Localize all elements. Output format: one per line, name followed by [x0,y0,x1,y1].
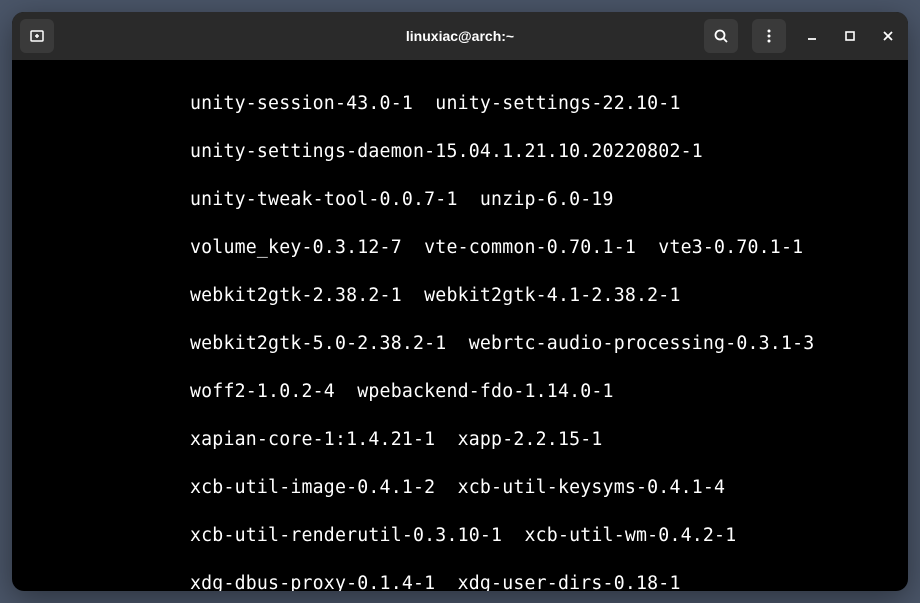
search-icon [713,28,729,44]
minimize-icon [805,29,819,43]
terminal-output[interactable]: unity-session-43.0-1 unity-settings-22.1… [12,60,908,591]
minimize-button[interactable] [800,24,824,48]
package-line: webkit2gtk-2.38.2-1 webkit2gtk-4.1-2.38.… [14,284,906,308]
maximize-button[interactable] [838,24,862,48]
window-title: linuxiac@arch:~ [406,28,514,44]
package-line: unity-tweak-tool-0.0.7-1 unzip-6.0-19 [14,188,906,212]
package-line: volume_key-0.3.12-7 vte-common-0.70.1-1 … [14,236,906,260]
package-line: webkit2gtk-5.0-2.38.2-1 webrtc-audio-pro… [14,332,906,356]
kebab-icon [761,28,777,44]
close-icon [881,29,895,43]
terminal-window: linuxiac@arch:~ unity-session-43.0-1 uni… [12,12,908,591]
package-line: unity-session-43.0-1 unity-settings-22.1… [14,92,906,116]
package-line: xcb-util-renderutil-0.3.10-1 xcb-util-wm… [14,524,906,548]
menu-button[interactable] [752,19,786,53]
package-line: xdg-dbus-proxy-0.1.4-1 xdg-user-dirs-0.1… [14,572,906,591]
package-line: unity-settings-daemon-15.04.1.21.10.2022… [14,140,906,164]
new-tab-button[interactable] [20,19,54,53]
close-button[interactable] [876,24,900,48]
search-button[interactable] [704,19,738,53]
maximize-icon [843,29,857,43]
package-line: woff2-1.0.2-4 wpebackend-fdo-1.14.0-1 [14,380,906,404]
titlebar: linuxiac@arch:~ [12,12,908,60]
package-line: xcb-util-image-0.4.1-2 xcb-util-keysyms-… [14,476,906,500]
package-line: xapian-core-1:1.4.21-1 xapp-2.2.15-1 [14,428,906,452]
